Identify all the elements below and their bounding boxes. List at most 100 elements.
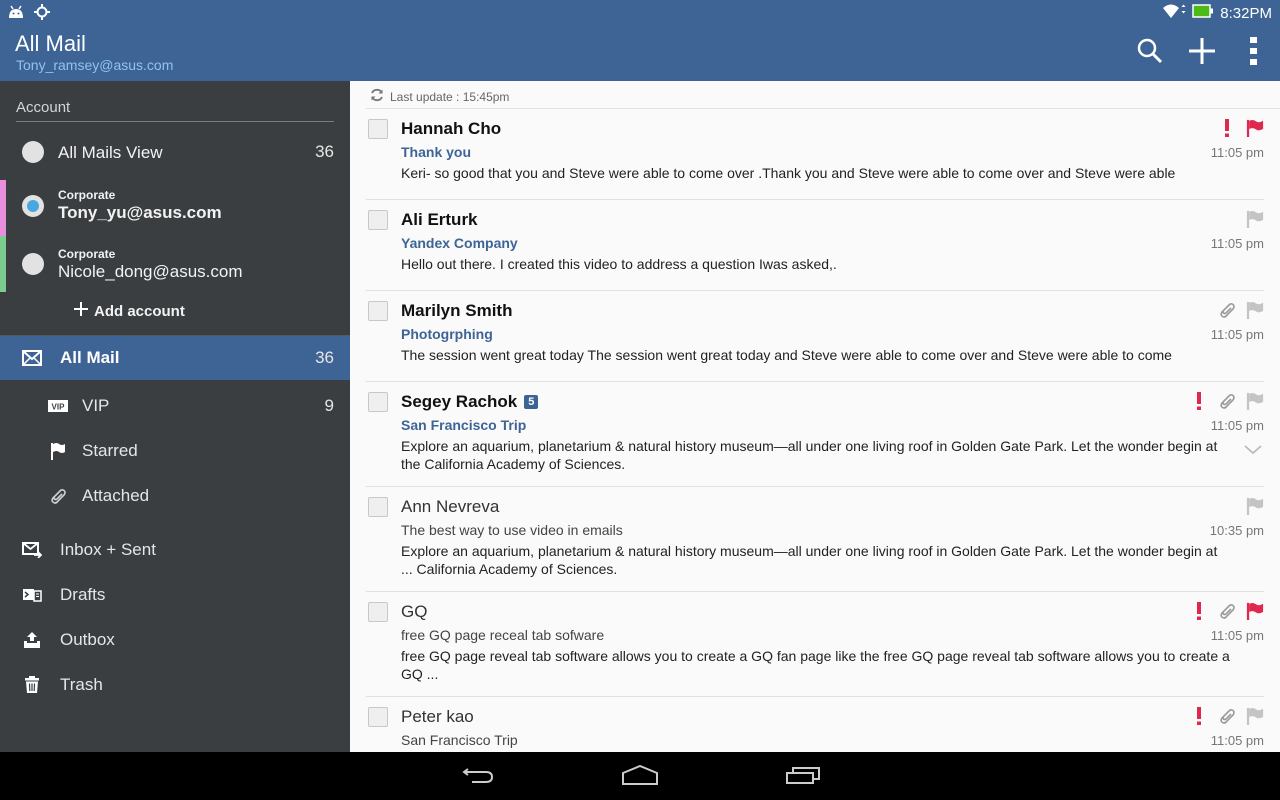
important-icon <box>1190 707 1208 725</box>
mail-checkbox[interactable] <box>368 392 388 412</box>
mail-status-icons <box>1246 497 1264 515</box>
mail-sender: Segey Rachok <box>401 392 518 411</box>
flag-icon[interactable] <box>1246 301 1264 319</box>
important-icon <box>1190 602 1208 620</box>
flag-active-icon[interactable] <box>1246 119 1264 137</box>
account-all-mails-view[interactable]: All Mails View 36 <box>0 137 350 167</box>
mail-list-item[interactable]: GQ free GQ page receal tab sofware free GQ… <box>366 592 1280 697</box>
mail-checkbox[interactable] <box>368 497 388 517</box>
mail-list-item[interactable]: Peter kao San Francisco Trip 11:05 pm <box>366 697 1280 752</box>
drafts-icon <box>22 585 42 605</box>
svg-text:VIP: VIP <box>52 403 66 412</box>
back-button[interactable] <box>458 764 498 790</box>
attachment-icon <box>1218 707 1236 725</box>
mail-time: 11:05 pm <box>1210 418 1264 433</box>
sidebar-item-count: 9 <box>324 396 334 415</box>
more-vertical-icon <box>1250 36 1258 70</box>
mail-list-pane: Last update : 15:45pm Hannah Cho Thank yo… <box>350 81 1280 752</box>
status-bar-right: 8:32PM <box>1162 3 1272 23</box>
mail-status-icons <box>1218 301 1264 319</box>
mail-preview: Explore an aquarium, planetarium & natur… <box>401 438 1218 472</box>
account-label: All Mails View <box>58 143 163 162</box>
search-button[interactable] <box>1124 36 1176 70</box>
wifi-icon <box>1162 3 1186 23</box>
flag-icon[interactable] <box>1246 707 1264 725</box>
mail-list-item[interactable]: Segey Rachok 5 San Francisco Trip Explore a… <box>366 382 1280 487</box>
mail-subject: The best way to use video in emails <box>401 522 623 538</box>
sidebar-item-label: Drafts <box>60 585 106 604</box>
mail-checkbox[interactable] <box>368 707 388 727</box>
mail-sender-row: Segey Rachok 5 <box>401 392 539 412</box>
important-icon <box>1190 392 1208 410</box>
flag-active-icon[interactable] <box>1246 602 1264 620</box>
mail-time: 11:05 pm <box>1210 236 1264 251</box>
sidebar-item-starred[interactable]: Starred <box>0 429 350 473</box>
account-email: Tony_yu@asus.com <box>58 203 222 222</box>
plus-icon <box>1188 37 1216 70</box>
sidebar-item-trash[interactable]: Trash <box>0 663 350 707</box>
mail-sender: GQ <box>401 602 428 621</box>
mail-subject: Photogrphing <box>401 326 493 342</box>
sidebar-item-vip[interactable]: VIP VIP 9 <box>0 384 350 428</box>
account-email[interactable]: Tony_ramsey@asus.com <box>16 57 173 73</box>
flag-icon <box>48 441 68 461</box>
envelope-icon <box>22 348 42 368</box>
sidebar-item-count: 36 <box>315 348 334 367</box>
mail-checkbox[interactable] <box>368 210 388 230</box>
account-radio[interactable] <box>22 141 44 163</box>
account-count: 36 <box>315 142 334 161</box>
mail-checkbox[interactable] <box>368 301 388 321</box>
mail-status-icons <box>1190 707 1264 725</box>
flag-icon[interactable] <box>1246 210 1264 228</box>
mail-status-icons <box>1246 210 1264 228</box>
mail-subject: Yandex Company <box>401 235 518 251</box>
recent-apps-button[interactable] <box>783 764 823 790</box>
mail-sender: Marilyn Smith <box>401 301 513 320</box>
account-type: Corporate <box>58 247 116 261</box>
home-icon <box>621 764 659 790</box>
search-icon <box>1137 38 1163 69</box>
mail-subject: Thank you <box>401 144 472 160</box>
mail-subject: free GQ page receal tab sofware <box>401 627 605 643</box>
add-account-button[interactable]: Add account <box>74 302 185 320</box>
mail-time: 10:35 pm <box>1209 523 1264 538</box>
add-account-label: Add account <box>94 302 185 320</box>
compose-button[interactable] <box>1176 36 1228 70</box>
sidebar-item-label: Outbox <box>60 630 115 649</box>
page-title: All Mail <box>15 31 86 56</box>
account-type: Corporate <box>58 188 116 202</box>
mail-time: 11:05 pm <box>1210 327 1264 342</box>
sidebar-item-outbox[interactable]: Outbox <box>0 618 350 662</box>
sidebar-item-all-mail[interactable]: All Mail 36 <box>0 336 350 380</box>
sidebar-item-label: Starred <box>82 441 138 460</box>
last-update[interactable]: Last update : 15:45pm <box>370 88 509 105</box>
thread-count-badge: 5 <box>524 395 539 409</box>
sidebar-item-label: Inbox + Sent <box>60 540 156 559</box>
flag-icon[interactable] <box>1246 392 1264 410</box>
sidebar-item-label: VIP <box>82 396 110 415</box>
sidebar-item-inbox-sent[interactable]: Inbox + Sent <box>0 528 350 572</box>
sidebar-item-drafts[interactable]: Drafts <box>0 573 350 617</box>
mail-checkbox[interactable] <box>368 119 388 139</box>
account-color-strip <box>0 236 6 292</box>
mail-subject: San Francisco Trip <box>401 732 518 748</box>
home-button[interactable] <box>620 764 660 790</box>
account-tony-yu[interactable]: Corporate Tony_yu@asus.com <box>0 180 350 236</box>
mail-checkbox[interactable] <box>368 602 388 622</box>
sidebar-item-attached[interactable]: Attached <box>0 474 350 518</box>
account-nicole-dong[interactable]: Corporate Nicole_dong@asus.com <box>0 236 350 292</box>
flag-icon[interactable] <box>1246 497 1264 515</box>
mail-list-item[interactable]: Hannah Cho Thank you Keri- so good that yo… <box>366 109 1280 200</box>
mail-list-item[interactable]: Marilyn Smith Photogrphing The session wen… <box>366 291 1280 382</box>
mail-time: 11:05 pm <box>1210 733 1264 748</box>
mail-list-item[interactable]: Ali Erturk Yandex Company Hello out there.… <box>366 200 1280 291</box>
last-update-text: Last update : 15:45pm <box>390 89 510 104</box>
mail-list-item[interactable]: Ann Nevreva The best way to use video in … <box>366 487 1280 592</box>
account-radio-selected[interactable] <box>22 195 44 217</box>
mail-preview: free GQ page reveal tab software allows … <box>401 648 1230 682</box>
sidebar-item-label: Attached <box>82 486 150 505</box>
account-radio[interactable] <box>22 253 44 275</box>
expand-chevron-icon[interactable] <box>1244 442 1262 460</box>
overflow-menu-button[interactable] <box>1228 36 1280 70</box>
important-icon <box>1218 119 1236 137</box>
